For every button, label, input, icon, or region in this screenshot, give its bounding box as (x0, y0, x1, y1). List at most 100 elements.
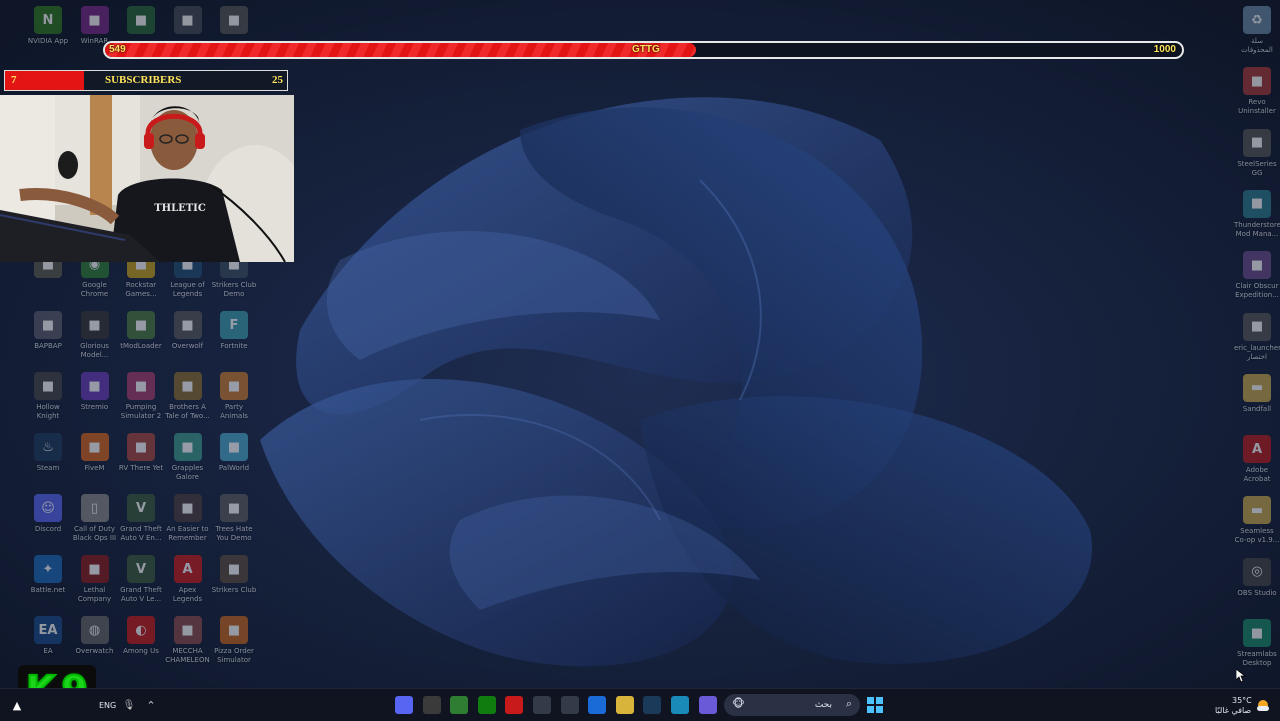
desktop-icon[interactable]: ♻ سلة المحذوفات (1234, 6, 1280, 55)
desktop-icon[interactable]: ♨ Steam (25, 433, 71, 473)
subscribers-target: 25 (272, 74, 283, 86)
edge-icon[interactable] (671, 696, 689, 714)
desktop-icon-label: Rockstar Games... (125, 281, 157, 298)
desktop-icon-label: Glorious Model... (80, 342, 109, 359)
desktop-icon[interactable]: ■ Streamlabs Desktop (1234, 619, 1280, 668)
webcam-scene: THLETIC (0, 95, 294, 262)
gta-icon: V (127, 494, 155, 522)
desktop-icon[interactable]: ■ Thunderstore Mod Mana... (1234, 189, 1280, 239)
windows-icon (867, 697, 883, 713)
desktop-icon[interactable]: ✦ Battle.net (25, 555, 71, 595)
desktop-icon[interactable]: ■ (211, 6, 257, 37)
folder-icon[interactable] (615, 696, 634, 714)
steelseries-icon[interactable] (505, 696, 524, 714)
desktop-icon[interactable]: ◍ Overwatch (72, 616, 118, 656)
among-us-icon: ◐ (127, 616, 155, 644)
taskbar-search[interactable]: 🐵 بحث ⌕ (724, 694, 860, 716)
mail-icon[interactable] (588, 696, 607, 714)
copilot-icon[interactable] (698, 696, 717, 714)
desktop-icon[interactable]: ■ Glorious Model... (72, 311, 118, 360)
desktop-icon[interactable]: ■ Pizza Order Simulator (211, 616, 257, 665)
desktop-icon-label: Seamless Co-op v1.9... (1234, 527, 1280, 545)
weather-icon[interactable] (1254, 696, 1272, 714)
desktop-icon[interactable]: ▬ Seamless Co-op v1.9... (1234, 496, 1280, 545)
desktop-icon[interactable]: ■ (118, 6, 164, 37)
desktop-icon[interactable]: ■ Hollow Knight (25, 372, 71, 421)
desktop-icon[interactable]: ▯ Call of Duty Black Ops III (72, 494, 118, 543)
desktop-icon[interactable]: N NVIDIA App (25, 6, 71, 46)
desktop-icon[interactable]: ■ Clair Obscur Expedition... (1234, 251, 1280, 300)
start-button[interactable] (866, 696, 884, 714)
desktop-icon-label: Among Us (123, 647, 159, 655)
desktop-icon-label: Discord (34, 525, 62, 533)
desktop-icon-label: Trees Hate You Demo (215, 525, 253, 542)
mouse-icon: ■ (80, 311, 109, 339)
streamlabs-icon: ■ (1243, 619, 1271, 647)
gta-icon: V (127, 555, 155, 583)
notification-icon[interactable]: ▲ (8, 696, 26, 714)
discord-icon[interactable] (395, 696, 413, 714)
desktop-icon[interactable]: ■ Party Animals (211, 372, 257, 421)
desktop-icon[interactable]: ■ Grapples Galore (165, 433, 211, 482)
desktop-icon[interactable]: ■ Trees Hate You Demo (211, 494, 257, 543)
desktop-icon[interactable]: V Grand Theft Auto V Le... (118, 555, 164, 604)
desktop-icon[interactable]: ◐ Among Us (118, 616, 164, 656)
search-placeholder: بحث (814, 700, 832, 710)
desktop-icon[interactable]: ■ tModLoader (118, 311, 164, 351)
desktop-icon-label: Revo Uninstaller (1238, 98, 1276, 116)
xbox-icon[interactable] (477, 696, 496, 714)
obs-icon[interactable] (422, 696, 441, 714)
subscribers-goal: 7 SUBSCRIBERS 25 (4, 70, 288, 91)
desktop-icon-label: PalWorld (218, 464, 250, 472)
desktop-icon-label: Adobe Acrobat (1243, 466, 1271, 484)
desktop-icon[interactable]: ■ An Easier to Remember (165, 494, 211, 543)
desktop-icon[interactable]: ■ BAPBAP (25, 311, 71, 351)
desktop-icon-label: MECCHA CHAMELEON (165, 647, 210, 664)
desktop-icon[interactable]: ■ Brothers A Tale of Two... (165, 372, 211, 421)
desktop-icon[interactable]: F Fortnite (211, 311, 257, 351)
desktop-icon[interactable]: ■ WinRAR (72, 6, 118, 46)
desktop-icon[interactable]: ▬ Sandfall (1234, 373, 1280, 414)
weather-condition[interactable]: صافي غالبًا (1215, 706, 1251, 715)
microphone-icon[interactable]: 🎙 (120, 696, 138, 714)
desktop-icon-label: RV There Yet (118, 464, 164, 472)
desktop-icon[interactable]: A Adobe Acrobat (1234, 435, 1280, 484)
desktop-icon-label: Battle.net (30, 586, 66, 594)
desktop-icon[interactable]: V Grand Theft Auto V En... (118, 494, 164, 543)
desktop-icon[interactable]: EA EA (25, 616, 71, 656)
chevron-up-icon[interactable]: ⌃ (142, 696, 160, 714)
desktop-icon[interactable]: ◎ OBS Studio (1234, 557, 1280, 598)
desktop-icon[interactable]: ■ Lethal Company (72, 555, 118, 604)
desktop-icon[interactable]: ■ Revo Uninstaller (1234, 67, 1280, 116)
chrome-icon[interactable] (450, 696, 469, 714)
webcam-feed: THLETIC (0, 95, 294, 262)
desktop-icon[interactable]: ■ Strikers Club (211, 555, 257, 595)
desktop-icon[interactable]: ■ Stremio (72, 372, 118, 412)
hollow-knight-icon: ■ (34, 372, 62, 400)
language-indicator[interactable]: ENG (99, 701, 116, 710)
weather-temperature[interactable]: 35°C (1232, 696, 1252, 705)
desktop-icon[interactable]: ■ eric_launcher اختصار (1234, 312, 1280, 362)
desktop-icon[interactable]: ■ PalWorld (211, 433, 257, 473)
desktop-icon[interactable]: ■ Overwolf (165, 311, 211, 351)
desktop-icon-label: SteelSeries GG (1237, 159, 1277, 177)
desktop-icon-label: Clair Obscur Expedition... (1235, 282, 1279, 300)
desktop-icon[interactable]: ☺ Discord (25, 494, 71, 534)
desktop-icon[interactable]: A Apex Legends (165, 555, 211, 604)
app-icon[interactable] (533, 696, 551, 714)
sun-icon (1257, 700, 1269, 711)
desktop-icon[interactable]: ■ FiveM (72, 433, 118, 473)
desktop-icon[interactable]: ■ RV There Yet (118, 433, 164, 473)
steam-icon[interactable] (643, 696, 662, 714)
goal-target: 1000 (1153, 44, 1176, 55)
desktop-icon[interactable]: ■ (165, 6, 211, 37)
settings-icon[interactable] (560, 696, 579, 714)
desktop-icon-label: Fortnite (220, 342, 248, 350)
fivem-icon: ■ (80, 433, 109, 461)
desktop-icon-label: Brothers A Tale of Two... (165, 403, 210, 420)
game-icon: ■ (34, 311, 62, 339)
desktop-icon[interactable]: ■ Pumping Simulator 2 (118, 372, 164, 421)
desktop-icon-label: Overwatch (75, 647, 114, 655)
desktop-icon[interactable]: ■ SteelSeries GG (1234, 128, 1280, 178)
desktop-icon[interactable]: ■ MECCHA CHAMELEON (165, 616, 211, 665)
